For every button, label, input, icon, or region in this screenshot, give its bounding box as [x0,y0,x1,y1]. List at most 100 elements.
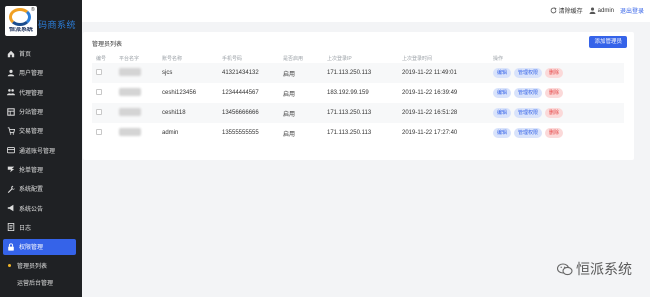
cell-enabled: 启用 [283,111,296,118]
header-enabled: 是否启用 [283,56,304,62]
cell-last-time: 2019-11-22 17:27:40 [402,130,458,136]
cell-phone: 13555555555 [222,130,259,136]
manage-permissions-button[interactable]: 管理权限 [514,88,543,98]
agent-icon [6,88,15,97]
logo-area: ® 恒派系统 码商系统 [0,0,82,44]
table-row: sjcs 41321434132 启用 171.113.250.113 2019… [92,63,624,83]
sidebar-menu: 首页 用户管理 代理管理 分站管理 交易管理 通道账号管理 抢单管理 系统配置 [0,44,82,291]
sidebar-item-label: 交易管理 [19,129,44,136]
sidebar-item-trades[interactable]: 交易管理 [0,121,82,140]
user-menu[interactable]: admin [589,7,614,14]
edit-button[interactable]: 编辑 [493,108,512,118]
delete-button[interactable]: 删除 [545,68,564,78]
logo-ring-icon [9,8,31,26]
cell-account: sjcs [162,70,173,76]
logo-text: 恒派系统 [8,27,33,33]
cell-last-ip: 171.113.250.113 [327,110,372,116]
cell-account: ceshi123456 [162,90,197,96]
wrench-icon [6,184,15,193]
admin-list-card: 管理员列表 添加管理员 编号 平台名字 账号名称 手机号码 是否启用 上次登录I… [83,32,634,160]
sidebar: ® 恒派系统 码商系统 首页 用户管理 代理管理 分站管理 交易管理 通道账号管… [0,0,82,297]
cell-phone: 12344444567 [222,90,259,96]
sidebar-item-label: 权限管理 [19,245,44,252]
log-icon [6,223,15,232]
sidebar-item-logs[interactable]: 日志 [0,218,82,237]
clear-cache-label: 清除缓存 [558,9,583,15]
bullhorn-icon [6,204,15,213]
trade-icon [6,126,15,135]
row-checkbox[interactable] [96,129,102,135]
sidebar-item-announcements[interactable]: 系统公告 [0,198,82,217]
logo-registered-mark: ® [31,7,35,13]
header-account: 账号名称 [162,56,183,62]
active-dot-icon [8,263,11,267]
site-icon [6,107,15,116]
delete-button[interactable]: 删除 [545,88,564,98]
lock-icon [6,242,15,251]
cell-enabled: 启用 [283,131,296,138]
home-icon [6,49,15,58]
sidebar-item-label: 通道账号管理 [19,148,56,155]
edit-button[interactable]: 编辑 [493,88,512,98]
sidebar-item-permissions[interactable]: 权限管理 [3,238,76,255]
add-admin-button[interactable]: 添加管理员 [589,36,627,48]
sidebar-item-label: 代理管理 [19,90,44,97]
row-checkbox[interactable] [96,109,102,115]
row-checkbox[interactable] [96,69,102,75]
cell-ops: 编辑 管理权限 删除 [493,88,624,98]
cell-phone: 13456666666 [222,110,259,116]
edit-button[interactable]: 编辑 [493,128,512,138]
header-last-ip: 上次登录IP [327,56,352,62]
sidebar-subitem-label: 运营后台管理 [17,280,54,287]
delete-button[interactable]: 删除 [545,128,564,138]
sidebar-item-users[interactable]: 用户管理 [0,63,82,82]
sidebar-item-agents[interactable]: 代理管理 [0,83,82,102]
header-phone: 手机号码 [222,56,243,62]
row-checkbox[interactable] [96,89,102,95]
platform-name-blurred [119,128,141,136]
user-icon [589,7,596,14]
refresh-icon [550,7,557,14]
cell-enabled: 启用 [283,71,296,78]
sidebar-item-grab-orders[interactable]: 抢单管理 [0,160,82,179]
platform-name-blurred [119,88,141,96]
sidebar-item-label: 用户管理 [19,71,44,78]
sidebar-item-label: 日志 [19,225,32,232]
cell-last-ip: 171.113.250.113 [327,70,372,76]
delete-button[interactable]: 删除 [545,108,564,118]
platform-name-blurred [119,108,141,116]
manage-permissions-button[interactable]: 管理权限 [514,68,543,78]
sidebar-item-sites[interactable]: 分站管理 [0,102,82,121]
sidebar-item-config[interactable]: 系统配置 [0,179,82,198]
table-row: ceshi118 13456666666 启用 171.113.250.113 … [92,103,624,123]
sidebar-item-label: 系统公告 [19,206,44,213]
manage-permissions-button[interactable]: 管理权限 [514,128,543,138]
cell-account: admin [162,130,179,136]
sidebar-subitem-ops-backend[interactable]: 运营后台管理 [0,274,82,291]
sidebar-item-label: 首页 [19,52,32,59]
header-ops: 操作 [493,56,504,62]
logout-link[interactable]: 退出登录 [620,6,644,15]
grab-icon [6,165,15,174]
header-platform: 平台名字 [119,56,140,62]
sidebar-subitem-label: 管理员列表 [17,263,48,270]
clear-cache-button[interactable]: 清除缓存 [550,6,583,15]
sidebar-item-label: 系统配置 [19,187,44,194]
table-header: 编号 平台名字 账号名称 手机号码 是否启用 上次登录IP 上次登录时间 操作 [92,54,624,63]
edit-button[interactable]: 编辑 [493,68,512,78]
cell-last-ip: 171.113.250.113 [327,130,372,136]
wechat-icon [557,262,573,275]
sidebar-item-channels[interactable]: 通道账号管理 [0,140,82,159]
table-row: admin 13555555555 启用 171.113.250.113 201… [92,123,624,143]
sidebar-item-home[interactable]: 首页 [0,44,82,63]
manage-permissions-button[interactable]: 管理权限 [514,108,543,118]
card-title: 管理员列表 [92,42,123,48]
cell-last-time: 2019-11-22 11:49:01 [402,70,457,76]
cell-last-ip: 183.192.99.159 [327,90,369,96]
topbar: 清除缓存 admin 退出登录 [82,0,650,22]
cell-ops: 编辑 管理权限 删除 [493,128,624,138]
cell-phone: 41321434132 [222,70,259,76]
sidebar-subitem-admin-list[interactable]: 管理员列表 [0,257,82,274]
username-label: admin [597,7,614,14]
cell-last-time: 2019-11-22 16:39:49 [402,90,458,96]
